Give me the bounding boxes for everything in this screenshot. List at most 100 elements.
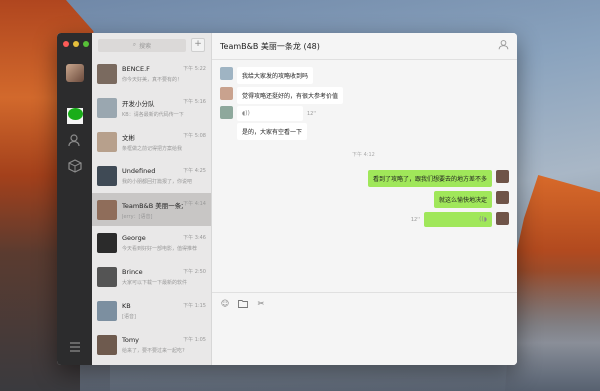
session-time: 下午 4:25: [183, 167, 206, 174]
search-placeholder: 搜索: [139, 42, 152, 50]
session-item[interactable]: George 下午 3:46 今天看到好好一部电影，值得推荐: [92, 226, 211, 260]
voice-wave-icon: ◖)): [242, 110, 250, 117]
timestamp: 下午 4:12: [352, 152, 375, 158]
my-avatar[interactable]: [496, 212, 509, 225]
window-controls: [63, 41, 89, 47]
sender-avatar[interactable]: [220, 106, 233, 119]
session-body: 开发小分队 下午 5:16 KB：请各最新的代码传一下: [122, 98, 206, 118]
session-avatar: [97, 131, 117, 152]
chat-header: TeamB&B 美丽一条龙 (48): [212, 33, 517, 60]
minimize-button[interactable]: [73, 41, 79, 47]
sender-avatar[interactable]: [220, 67, 233, 80]
emoji-icon[interactable]: ☺: [220, 299, 230, 309]
session-body: 文彬 下午 5:08 条框做之前记得把方案给我: [122, 132, 206, 152]
session-item[interactable]: 开发小分队 下午 5:16 KB：请各最新的代码传一下: [92, 91, 211, 125]
session-avatar: [97, 267, 117, 288]
session-preview: 大家可以下载一下最新的软件: [122, 280, 188, 287]
message-bubble[interactable]: 是的，大家有空看一下: [237, 123, 308, 140]
person-icon[interactable]: [498, 39, 509, 53]
session-name: George: [122, 234, 146, 243]
sender-avatar[interactable]: [220, 87, 233, 100]
session-body: BENCE.F 下午 5:22 你今天好美，真不要有的！: [122, 65, 206, 83]
nav-rail: [57, 33, 92, 365]
session-name: 开发小分队: [122, 99, 155, 108]
session-items: BENCE.F 下午 5:22 你今天好美，真不要有的！ 开发小分队 下午 5:16 KB…: [92, 57, 211, 362]
session-list: ⌕ 搜索 + BENCE.F 下午 5:22 你今天好美，真不要有的！ 开发小分队 下午…: [92, 33, 212, 365]
session-body: Brince 下午 2:50 大家可以下载一下最新的软件: [122, 268, 206, 286]
session-top: Undefined 下午 4:25: [122, 167, 206, 175]
session-preview: Jerry：[语音]: [122, 213, 153, 220]
message-bubble[interactable]: 就这么愉快地决定: [433, 191, 492, 208]
zoom-button[interactable]: [83, 41, 89, 47]
session-top: BENCE.F 下午 5:22: [122, 65, 206, 73]
my-avatar[interactable]: [496, 170, 509, 183]
session-top: Brince 下午 2:50: [122, 268, 206, 276]
voice-message-in: ◖)) 12'': [220, 106, 316, 121]
session-item[interactable]: Undefined 下午 4:25 我的小朋都回打篇报了，你说吧: [92, 159, 211, 193]
session-avatar: [97, 301, 117, 322]
session-time: 下午 4:14: [183, 200, 206, 207]
message-in: 是的，大家有空看一下: [237, 123, 308, 140]
message-input[interactable]: [212, 315, 517, 365]
session-item[interactable]: 文彬 下午 5:08 条框做之前记得把方案给我: [92, 125, 211, 159]
session-name: TeamB&B 美丽一条龙: [122, 201, 184, 210]
session-preview: 条框做之前记得把方案给我: [122, 145, 183, 152]
session-time: 下午 3:46: [183, 235, 206, 242]
session-preview: 给来了，要不要过来一起吃?: [122, 348, 185, 355]
message-list: 我给大家发的攻略收到吗 觉得攻略还挺好的，有很大参考价值 ◖)) 12'' 是的…: [212, 60, 517, 292]
message-bubble[interactable]: 觉得攻略还挺好的，有很大参考价值: [237, 87, 344, 104]
menu-icon[interactable]: [67, 340, 83, 356]
message-out: 看到了攻略了，跟我们想要去的地方差不多: [367, 170, 509, 187]
session-avatar: [97, 335, 117, 356]
session-item[interactable]: BENCE.F 下午 5:22 你今天好美，真不要有的！: [92, 57, 211, 91]
composer: ☺ ✂: [212, 292, 517, 365]
close-button[interactable]: [63, 41, 69, 47]
session-top: TeamB&B 美丽一条龙 下午 4:14: [122, 200, 206, 210]
session-name: 文彬: [122, 133, 135, 142]
voice-bubble[interactable]: ((◗: [424, 212, 492, 227]
voice-message-out: ((◗ 12'': [411, 212, 509, 227]
session-top: 文彬 下午 5:08: [122, 132, 206, 142]
session-top: KB 下午 1:15: [122, 302, 206, 310]
add-chat-button[interactable]: +: [191, 38, 205, 52]
folder-icon[interactable]: [238, 299, 248, 309]
session-avatar: [97, 165, 117, 186]
session-time: 下午 1:15: [183, 303, 206, 310]
session-avatar: [97, 97, 117, 118]
user-avatar[interactable]: [66, 64, 84, 82]
search-input[interactable]: ⌕ 搜索: [98, 38, 186, 52]
contacts-icon[interactable]: [67, 133, 83, 149]
session-name: Brince: [122, 268, 143, 277]
session-time: 下午 5:16: [183, 98, 206, 105]
message-out: 就这么愉快地决定: [433, 191, 509, 208]
search-row: ⌕ 搜索 +: [92, 33, 211, 57]
session-item[interactable]: Brince 下午 2:50 大家可以下载一下最新的软件: [92, 260, 211, 294]
session-avatar: [97, 233, 117, 254]
session-avatar: [97, 199, 117, 220]
session-name: BENCE.F: [122, 64, 150, 73]
session-item[interactable]: Tomy 下午 1:05 给来了，要不要过来一起吃?: [92, 328, 211, 362]
session-time: 下午 1:05: [183, 337, 206, 344]
session-preview: 我的小朋都回打篇报了，你说吧: [122, 178, 193, 185]
session-avatar: [97, 63, 117, 84]
search-icon: ⌕: [132, 41, 137, 48]
session-item[interactable]: TeamB&B 美丽一条龙 下午 4:14 Jerry：[语音]: [92, 192, 211, 227]
favorites-icon[interactable]: [67, 159, 83, 175]
message-bubble[interactable]: 看到了攻略了，跟我们想要去的地方差不多: [367, 170, 492, 187]
message-in: 觉得攻略还挺好的，有很大参考价值: [220, 87, 344, 104]
session-top: Tomy 下午 1:05: [122, 336, 206, 344]
chat-icon[interactable]: [67, 108, 83, 124]
my-avatar[interactable]: [496, 191, 509, 204]
session-body: TeamB&B 美丽一条龙 下午 4:14 Jerry：[语音]: [122, 200, 206, 220]
session-item[interactable]: KB 下午 1:15 [语音]: [92, 294, 211, 328]
voice-bubble[interactable]: ◖)): [237, 106, 303, 121]
session-time: 下午 5:08: [183, 132, 206, 139]
session-preview: 今天看到好好一部电影，值得推荐: [122, 246, 198, 253]
session-body: George 下午 3:46 今天看到好好一部电影，值得推荐: [122, 234, 206, 252]
session-name: Undefined: [122, 166, 156, 175]
scissors-icon[interactable]: ✂: [256, 299, 266, 309]
voice-duration: 12'': [410, 216, 420, 223]
message-bubble[interactable]: 我给大家发的攻略收到吗: [237, 67, 314, 84]
chat-title: TeamB&B 美丽一条龙 (48): [220, 41, 320, 51]
session-body: Undefined 下午 4:25 我的小朋都回打篇报了，你说吧: [122, 167, 206, 185]
